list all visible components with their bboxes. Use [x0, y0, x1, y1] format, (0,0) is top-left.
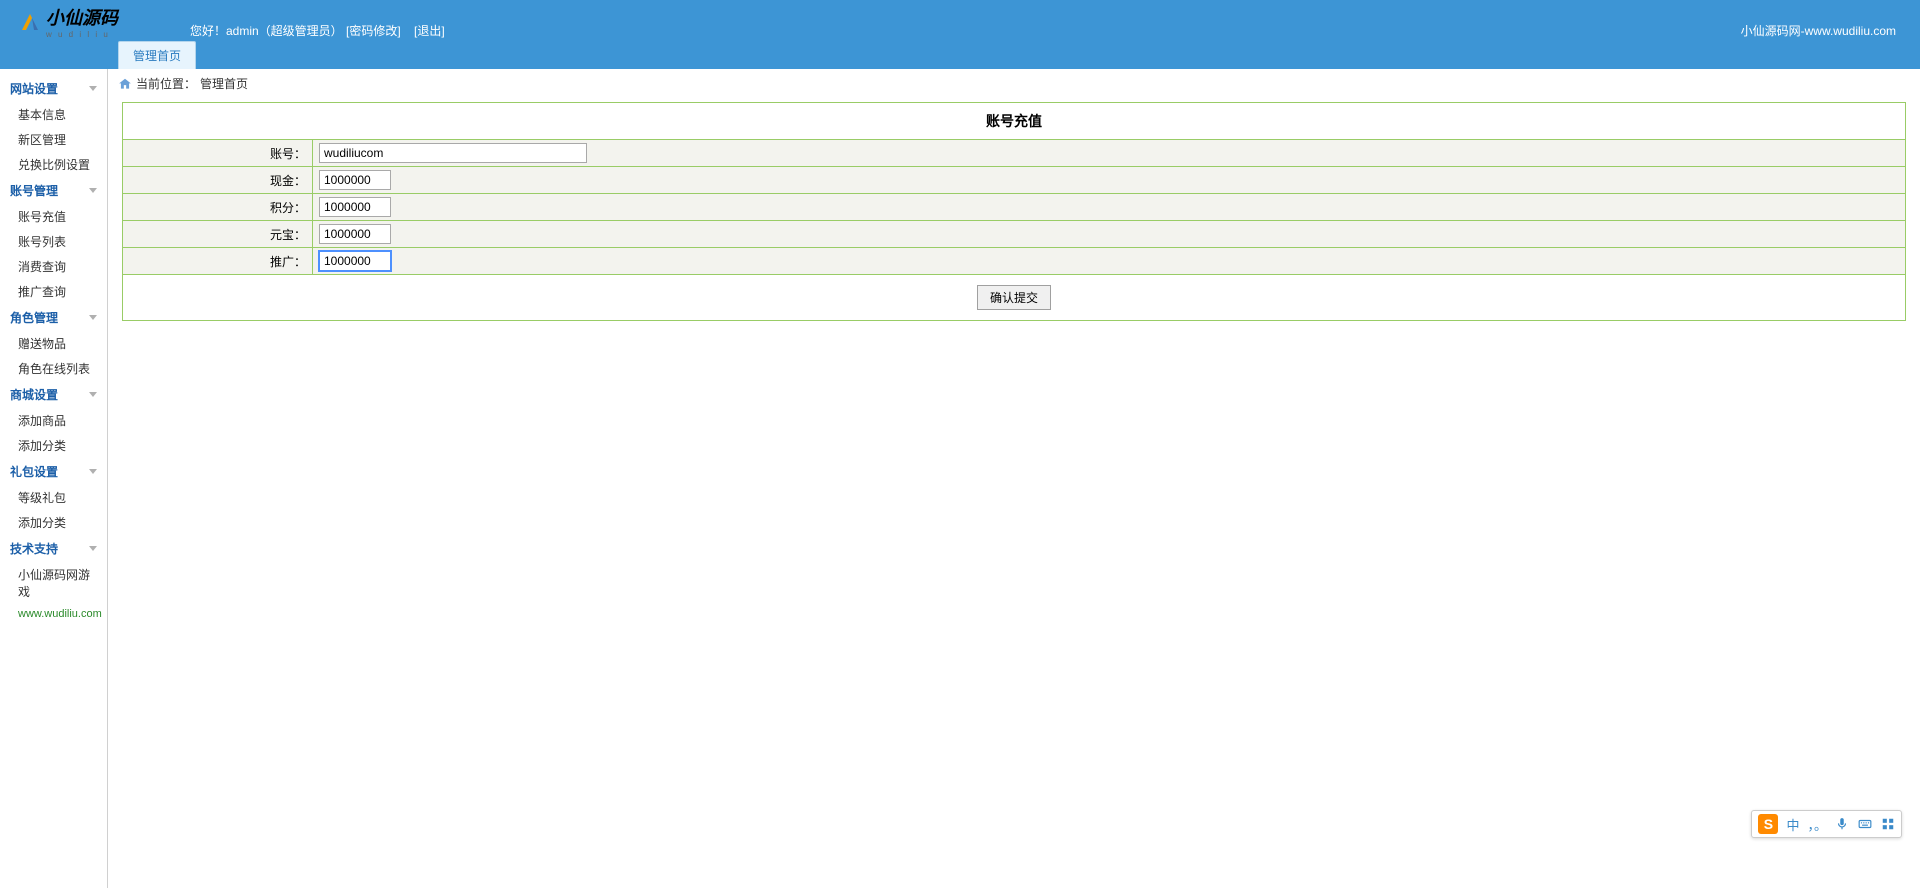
sidebar-item-basic-info[interactable]: 基本信息: [0, 102, 107, 127]
label-points: 积分：: [123, 194, 313, 221]
cash-input[interactable]: [319, 170, 391, 190]
label-account: 账号：: [123, 140, 313, 167]
sidebar-group-gift[interactable]: 礼包设置: [0, 458, 107, 485]
sidebar-item-promo-query[interactable]: 推广查询: [0, 279, 107, 304]
logo-text: 小仙源码: [46, 8, 118, 28]
header-user-line: 您好！admin（超级管理员） [密码修改] [退出]: [190, 22, 445, 39]
sidebar-item-level-gift[interactable]: 等级礼包: [0, 485, 107, 510]
sidebar: 网站设置 基本信息 新区管理 兑换比例设置 账号管理 账号充值 账号列表 消费查…: [0, 69, 108, 888]
breadcrumb: 当前位置： 管理首页: [108, 69, 1920, 98]
sidebar-group-site-settings[interactable]: 网站设置: [0, 75, 107, 102]
chevron-down-icon: [89, 546, 97, 551]
label-gold: 元宝：: [123, 221, 313, 248]
sidebar-item-account-list[interactable]: 账号列表: [0, 229, 107, 254]
sidebar-item-new-zone[interactable]: 新区管理: [0, 127, 107, 152]
logout-link[interactable]: [退出]: [414, 24, 445, 38]
breadcrumb-prefix: 当前位置：: [136, 75, 196, 92]
sidebar-item-support-link[interactable]: www.wudiliu.com: [0, 604, 107, 624]
sidebar-group-label: 商城设置: [10, 386, 58, 403]
header-site-name: 小仙源码网-www.wudiliu.com: [1741, 22, 1896, 39]
home-icon: [118, 77, 132, 91]
submit-button[interactable]: 确认提交: [977, 285, 1051, 310]
sidebar-group-label: 网站设置: [10, 80, 58, 97]
ime-toolbar[interactable]: S 中 ，。: [1751, 810, 1902, 838]
sidebar-group-label: 角色管理: [10, 309, 58, 326]
sidebar-item-support-game[interactable]: 小仙源码网游戏: [0, 562, 107, 604]
sidebar-group-account[interactable]: 账号管理: [0, 177, 107, 204]
breadcrumb-current: 管理首页: [200, 75, 248, 92]
main-content: 当前位置： 管理首页 账号充值 账号： 现金：: [108, 69, 1920, 888]
sidebar-item-add-category-2[interactable]: 添加分类: [0, 510, 107, 535]
sidebar-group-label: 礼包设置: [10, 463, 58, 480]
account-input[interactable]: [319, 143, 587, 163]
points-input[interactable]: [319, 197, 391, 217]
label-cash: 现金：: [123, 167, 313, 194]
ime-logo-icon: S: [1758, 814, 1778, 834]
sidebar-group-shop[interactable]: 商城设置: [0, 381, 107, 408]
tab-bar: 管理首页: [118, 41, 196, 69]
sidebar-group-support[interactable]: 技术支持: [0, 535, 107, 562]
logo-subtext: w u d i l i u: [46, 30, 118, 39]
sidebar-item-give-item[interactable]: 赠送物品: [0, 331, 107, 356]
chevron-down-icon: [89, 392, 97, 397]
label-promo: 推广：: [123, 248, 313, 275]
logo-icon: [18, 10, 42, 34]
form-title: 账号充值: [123, 103, 1906, 140]
chevron-down-icon: [89, 86, 97, 91]
sidebar-item-spend-query[interactable]: 消费查询: [0, 254, 107, 279]
recharge-form-table: 账号充值 账号： 现金： 积分：: [122, 102, 1906, 321]
ime-punct[interactable]: ，。: [1807, 815, 1827, 834]
sidebar-group-label: 账号管理: [10, 182, 58, 199]
sidebar-item-online-roles[interactable]: 角色在线列表: [0, 356, 107, 381]
sidebar-item-add-category[interactable]: 添加分类: [0, 433, 107, 458]
sidebar-group-role[interactable]: 角色管理: [0, 304, 107, 331]
change-password-link[interactable]: [密码修改]: [346, 24, 401, 38]
promo-input[interactable]: [319, 251, 391, 271]
sidebar-item-add-product[interactable]: 添加商品: [0, 408, 107, 433]
grid-icon[interactable]: [1881, 817, 1895, 831]
logo: 小仙源码 w u d i l i u: [18, 4, 118, 39]
ime-mode[interactable]: 中: [1786, 815, 1799, 834]
chevron-down-icon: [89, 188, 97, 193]
chevron-down-icon: [89, 315, 97, 320]
sidebar-item-account-recharge[interactable]: 账号充值: [0, 204, 107, 229]
keyboard-icon[interactable]: [1857, 817, 1873, 831]
gold-input[interactable]: [319, 224, 391, 244]
greeting-text: 您好！admin（超级管理员）: [190, 24, 343, 38]
tab-home[interactable]: 管理首页: [118, 41, 196, 69]
chevron-down-icon: [89, 469, 97, 474]
sidebar-group-label: 技术支持: [10, 540, 58, 557]
mic-icon[interactable]: [1835, 817, 1849, 831]
sidebar-item-exchange-rate[interactable]: 兑换比例设置: [0, 152, 107, 177]
app-header: 小仙源码 w u d i l i u 您好！admin（超级管理员） [密码修改…: [0, 0, 1920, 69]
